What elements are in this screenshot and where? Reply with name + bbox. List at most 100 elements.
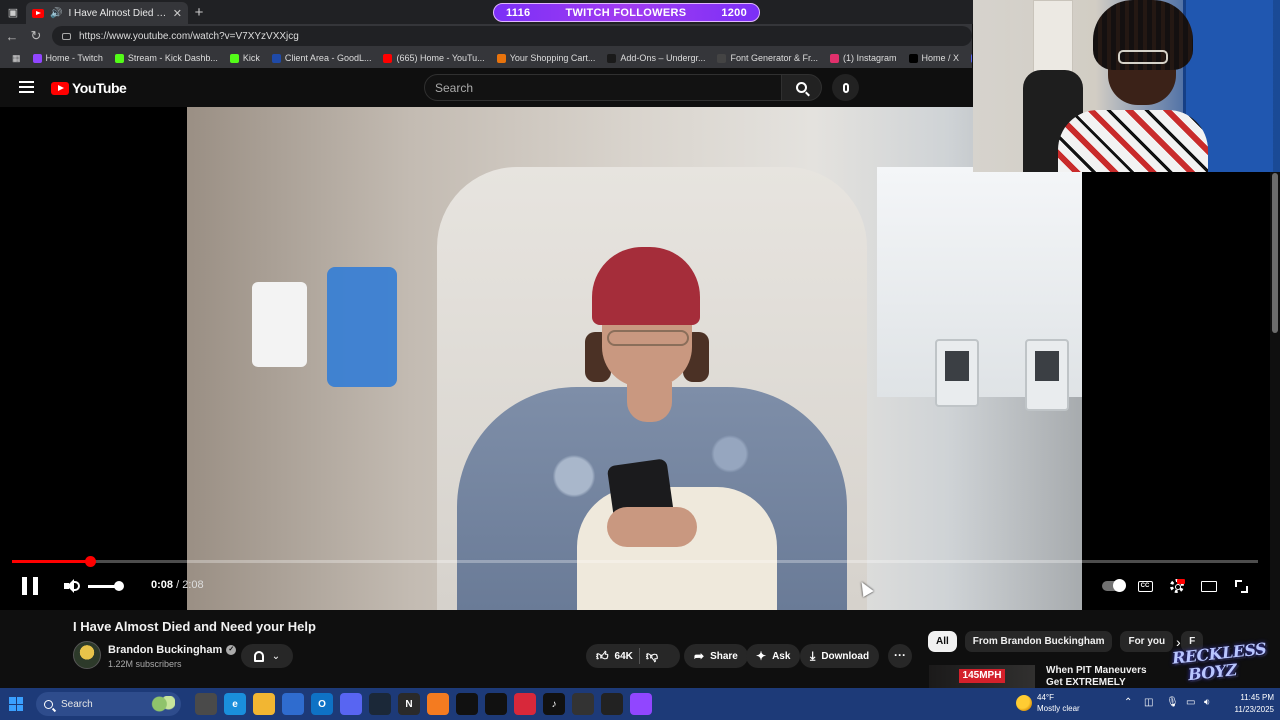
twitch-icon[interactable] (630, 693, 652, 715)
notion-icon[interactable]: N (398, 693, 420, 715)
taskbar-search-label: Search (61, 698, 93, 710)
tab-audio-icon[interactable]: 🔊 (50, 8, 62, 19)
recommended-title[interactable]: When PIT Maneuvers Get EXTREMELY SAVAGE! (1046, 665, 1166, 688)
video-player[interactable]: 0:08 / 2:08 CC (0, 107, 1270, 610)
webcam-glasses (1118, 50, 1168, 64)
tab-actions-icon[interactable]: ▣ (0, 0, 26, 24)
like-count[interactable]: 64K (615, 651, 633, 662)
like-dislike-group: 👍︎ 64K 👎︎ (586, 644, 680, 668)
vlc-icon[interactable] (427, 693, 449, 715)
download-button[interactable]: ⤓ Download (800, 644, 880, 668)
more-actions-button[interactable]: ··· (888, 644, 912, 668)
obs-icon[interactable] (572, 693, 594, 715)
clock-time: 11:45 PM (1240, 693, 1274, 702)
subscribed-notifications-button[interactable]: ⌄ (241, 644, 293, 668)
ask-label: Ask (772, 650, 791, 662)
edge-icon[interactable]: e (224, 693, 246, 715)
subtitles-button[interactable]: CC (1135, 576, 1155, 596)
youtube-logo[interactable]: YouTube (51, 80, 127, 96)
autoplay-toggle[interactable] (1102, 579, 1126, 592)
network-icon[interactable]: ◫ (1144, 697, 1153, 708)
search-placeholder: Search (435, 80, 474, 95)
address-bar-row: ← ↻ https://www.youtube.com/watch?v=V7XY… (0, 24, 972, 48)
theater-mode-button[interactable] (1199, 576, 1219, 596)
recommended-thumbnail[interactable]: 145MPH (929, 665, 1035, 688)
url-field[interactable]: https://www.youtube.com/watch?v=V7XYzVXX… (52, 26, 972, 46)
bookmark-item[interactable]: Discord (965, 53, 972, 63)
video-frame[interactable] (187, 107, 1082, 610)
bookmark-item[interactable]: (1) Instagram (824, 53, 903, 63)
volume-slider-knob[interactable] (114, 581, 124, 591)
fullscreen-button[interactable] (1231, 576, 1251, 596)
task-view-icon[interactable] (195, 693, 217, 715)
streamdeck-icon[interactable] (601, 693, 623, 715)
bookmark-item[interactable]: Your Shopping Cart... (491, 53, 602, 63)
search-button[interactable] (782, 74, 822, 101)
discord-icon[interactable] (340, 693, 362, 715)
filter-chip[interactable]: All (928, 631, 957, 652)
tiktok-icon[interactable]: ♪ (543, 693, 565, 715)
store-icon[interactable] (282, 693, 304, 715)
capcut-icon[interactable] (485, 693, 507, 715)
pause-icon[interactable] (22, 577, 38, 595)
filter-chip[interactable]: For you (1120, 631, 1174, 652)
weather-desc: Mostly clear (1037, 704, 1080, 713)
settings-button[interactable] (1167, 576, 1187, 596)
dislike-icon[interactable]: 👎︎ (646, 649, 658, 664)
tab-title: I Have Almost Died and Nee (68, 7, 166, 19)
bookmark-favicon-icon (496, 53, 506, 63)
voice-search-button[interactable] (832, 74, 859, 101)
followers-current: 1116 (506, 6, 531, 19)
webcam-overlay (973, 0, 1280, 172)
bookmark-favicon-icon (971, 53, 972, 63)
progress-bar[interactable] (12, 560, 1258, 563)
reload-icon[interactable]: ↻ (24, 28, 48, 44)
tray-overflow-icon[interactable]: ⌃ (1124, 697, 1132, 708)
new-tab-button[interactable]: + (188, 4, 210, 21)
time-current: 0:08 (151, 579, 174, 591)
close-tab-icon[interactable]: ✕ (173, 7, 182, 20)
apps-grid-icon[interactable]: ▦ (6, 53, 27, 64)
system-clock[interactable]: 11:45 PM 11/23/2025 (1222, 692, 1274, 716)
start-button[interactable] (0, 688, 32, 720)
mic-tray-icon[interactable]: 🎙︎ (1166, 697, 1179, 708)
youtube-favicon-icon (32, 8, 44, 18)
youtube-logo-text: YouTube (72, 80, 127, 96)
sparkle-icon: ✦ (756, 649, 767, 663)
volume-tray-icon[interactable]: 🔉︎ (1204, 697, 1210, 708)
followers-label: TWITCH FOLLOWERS (565, 6, 687, 19)
bookmark-item[interactable]: Home / X (903, 53, 966, 63)
back-arrow-icon[interactable]: ← (0, 29, 24, 44)
weather-temp: 44°F (1037, 693, 1054, 702)
scrubber-handle[interactable] (85, 556, 96, 567)
channel-name-link[interactable]: Brandon Buckingham ✓ (108, 644, 237, 656)
scrollbar-thumb[interactable] (1272, 173, 1278, 333)
bookmark-item[interactable]: Stream - Kick Dashb... (109, 53, 224, 63)
channel-avatar[interactable] (73, 641, 101, 669)
taskbar-search[interactable]: Search (36, 692, 181, 716)
like-icon[interactable]: 👍︎ (596, 649, 609, 664)
iv-monitor (935, 339, 979, 407)
steam-icon[interactable] (369, 693, 391, 715)
volume-icon[interactable] (64, 578, 80, 594)
filter-chip[interactable]: From Brandon Buckingham (964, 631, 1113, 652)
menu-icon[interactable] (19, 81, 34, 93)
bookmark-item[interactable]: Home - Twitch (27, 53, 109, 63)
browser-tab-youtube[interactable]: 🔊 I Have Almost Died and Nee ✕ (26, 2, 188, 24)
outlook-icon[interactable]: O (311, 693, 333, 715)
search-input[interactable]: Search (424, 74, 782, 101)
bookmark-label: (665) Home - YouTu... (396, 53, 485, 63)
url-text: https://www.youtube.com/watch?v=V7XYzVXX… (79, 30, 299, 42)
bookmark-item[interactable]: Add-Ons – Undergr... (601, 53, 711, 63)
bookmark-item[interactable]: Font Generator & Fr... (711, 53, 824, 63)
explorer-icon[interactable] (253, 693, 275, 715)
bookmark-item[interactable]: Client Area - GoodL... (266, 53, 378, 63)
app-icon[interactable] (456, 693, 478, 715)
bookmark-item[interactable]: (665) Home - YouTu... (377, 53, 490, 63)
weather-widget[interactable]: 44°F Mostly clear (1016, 692, 1080, 714)
app-red-icon[interactable] (514, 693, 536, 715)
ask-button[interactable]: ✦ Ask (746, 644, 801, 668)
display-tray-icon[interactable]: ▭ (1186, 697, 1195, 708)
bookmark-item[interactable]: Kick (224, 53, 266, 63)
share-button[interactable]: ➦ Share (684, 644, 748, 668)
